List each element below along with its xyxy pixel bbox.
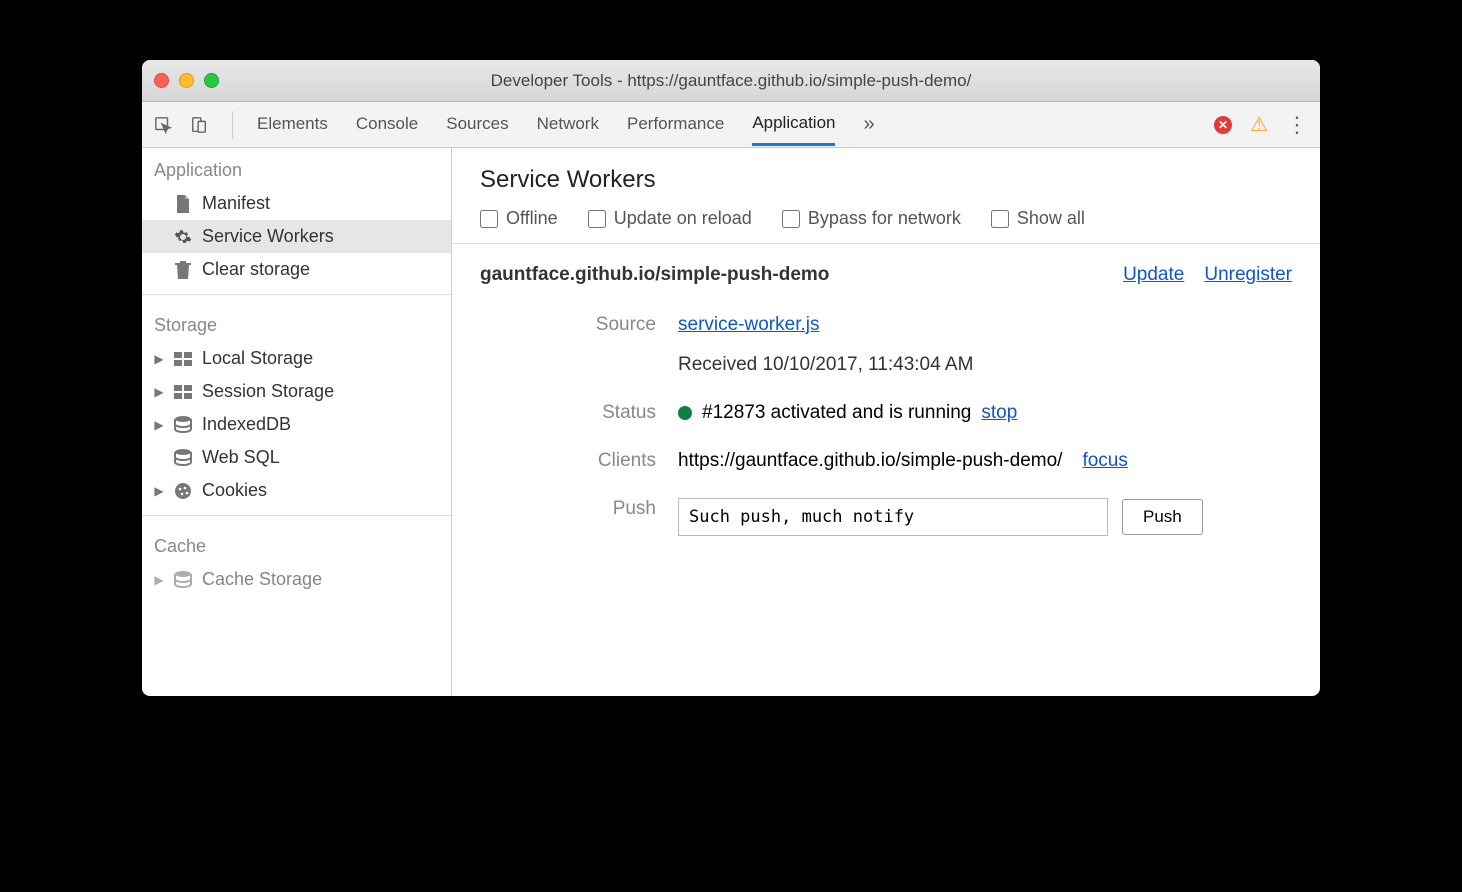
cookie-icon [174, 482, 192, 500]
sidebar-item-label: IndexedDB [202, 414, 291, 435]
focus-link[interactable]: focus [1082, 450, 1127, 472]
expand-triangle-icon[interactable]: ▶ [154, 418, 164, 432]
sidebar-section-application: Application [142, 148, 451, 187]
push-label: Push [480, 498, 660, 520]
devtools-tabs: Elements Console Sources Network Perform… [257, 103, 1196, 146]
expand-triangle-icon[interactable]: ▶ [154, 385, 164, 399]
sidebar-item-indexeddb[interactable]: ▶ IndexedDB [142, 408, 451, 441]
update-on-reload-checkbox[interactable]: Update on reload [588, 208, 752, 229]
scope-origin: gauntface.github.io/simple-push-demo [480, 264, 1103, 286]
window-title: Developer Tools - https://gauntface.gith… [142, 71, 1320, 91]
scope-header: gauntface.github.io/simple-push-demo Upd… [480, 264, 1292, 286]
expand-triangle-icon[interactable]: ▶ [154, 484, 164, 498]
push-button[interactable]: Push [1122, 499, 1203, 535]
offline-checkbox[interactable]: Offline [480, 208, 558, 229]
database-icon [174, 571, 192, 589]
received-timestamp: Received 10/10/2017, 11:43:04 AM [678, 354, 1292, 376]
sidebar-item-label: Cache Storage [202, 569, 322, 590]
source-link[interactable]: service-worker.js [678, 314, 819, 335]
tab-application[interactable]: Application [752, 113, 835, 146]
panel-title: Service Workers [480, 166, 1292, 194]
tab-performance[interactable]: Performance [627, 114, 724, 136]
sidebar-item-label: Session Storage [202, 381, 334, 402]
tab-network[interactable]: Network [537, 114, 599, 136]
status-dot-icon [678, 406, 692, 420]
sidebar-item-label: Manifest [202, 193, 270, 214]
database-icon [174, 449, 192, 467]
tab-console[interactable]: Console [356, 114, 418, 136]
titlebar: Developer Tools - https://gauntface.gith… [142, 60, 1320, 102]
sidebar-item-web-sql[interactable]: Web SQL [142, 441, 451, 474]
sidebar-item-clear-storage[interactable]: Clear storage [142, 253, 451, 286]
sidebar-item-session-storage[interactable]: ▶ Session Storage [142, 375, 451, 408]
kebab-menu-icon[interactable]: ⋮ [1286, 112, 1308, 138]
stop-link[interactable]: stop [981, 402, 1017, 424]
gear-icon [174, 228, 192, 246]
status-text: #12873 activated and is running [702, 402, 971, 424]
sidebar-section-cache: Cache [142, 524, 451, 563]
show-all-checkbox[interactable]: Show all [991, 208, 1085, 229]
sidebar-divider [142, 515, 451, 516]
sidebar-item-label: Web SQL [202, 447, 280, 468]
service-workers-panel: Service Workers Offline Update on reload… [452, 148, 1320, 696]
clients-label: Clients [480, 450, 660, 472]
expand-triangle-icon[interactable]: ▶ [154, 573, 164, 587]
sidebar-item-service-workers[interactable]: Service Workers [142, 220, 451, 253]
sw-details-grid: Source service-worker.js Received 10/10/… [480, 314, 1292, 536]
device-toggle-icon[interactable] [190, 116, 208, 134]
expand-triangle-icon[interactable]: ▶ [154, 352, 164, 366]
tab-sources[interactable]: Sources [446, 114, 508, 136]
status-label: Status [480, 402, 660, 424]
database-icon [174, 416, 192, 434]
sidebar-item-label: Clear storage [202, 259, 310, 280]
sidebar-divider [142, 294, 451, 295]
devtools-toolbar: Elements Console Sources Network Perform… [142, 102, 1320, 148]
unregister-link[interactable]: Unregister [1204, 264, 1292, 286]
trash-icon [174, 261, 192, 279]
client-url: https://gauntface.github.io/simple-push-… [678, 450, 1062, 472]
sidebar-item-label: Local Storage [202, 348, 313, 369]
devtools-window: Developer Tools - https://gauntface.gith… [142, 60, 1320, 696]
tab-elements[interactable]: Elements [257, 114, 328, 136]
more-tabs-button[interactable]: » [863, 113, 874, 136]
table-icon [174, 350, 192, 368]
sidebar-item-manifest[interactable]: Manifest [142, 187, 451, 220]
sidebar-item-label: Service Workers [202, 226, 334, 247]
table-icon [174, 383, 192, 401]
sidebar-item-label: Cookies [202, 480, 267, 501]
bypass-network-checkbox[interactable]: Bypass for network [782, 208, 961, 229]
sidebar-item-cookies[interactable]: ▶ Cookies [142, 474, 451, 507]
push-message-input[interactable] [678, 498, 1108, 536]
error-badge-icon[interactable]: ✕ [1214, 116, 1232, 134]
toolbar-divider [232, 111, 233, 139]
source-label: Source [480, 314, 660, 336]
panel-header: Service Workers Offline Update on reload… [452, 148, 1320, 244]
file-icon [174, 195, 192, 213]
application-sidebar: Application Manifest Service Workers [142, 148, 452, 696]
sidebar-section-storage: Storage [142, 303, 451, 342]
devtools-body: Application Manifest Service Workers [142, 148, 1320, 696]
sidebar-item-cache-storage[interactable]: ▶ Cache Storage [142, 563, 451, 596]
warning-badge-icon[interactable]: ⚠ [1250, 112, 1268, 137]
sidebar-item-local-storage[interactable]: ▶ Local Storage [142, 342, 451, 375]
sw-options-row: Offline Update on reload Bypass for netw… [480, 208, 1292, 229]
sw-scope-block: gauntface.github.io/simple-push-demo Upd… [452, 244, 1320, 536]
toolbar-right: ✕ ⚠ ⋮ [1214, 112, 1308, 138]
update-link[interactable]: Update [1123, 264, 1184, 286]
inspect-element-icon[interactable] [154, 116, 172, 134]
